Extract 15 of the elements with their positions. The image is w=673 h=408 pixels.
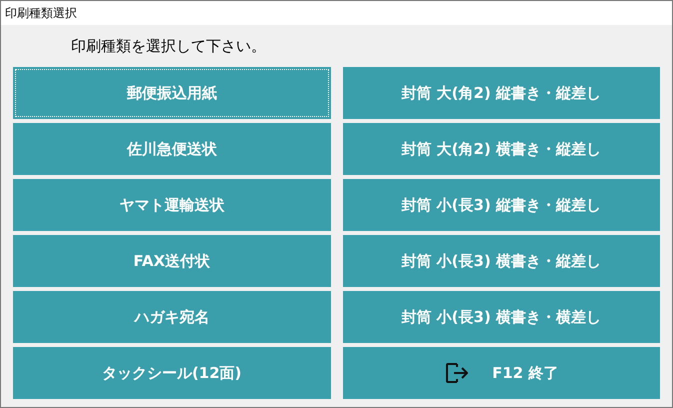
print-type-button[interactable]: 郵便振込用紙 (13, 67, 330, 119)
print-type-button[interactable]: ハガキ宛名 (13, 291, 330, 343)
prompt-text: 印刷種類を選択して下さい。 (71, 36, 266, 57)
print-type-button[interactable]: 封筒 小(長3) 横書き・横差し (342, 291, 660, 343)
print-type-button[interactable]: タックシール(12面) (13, 347, 330, 399)
print-type-button[interactable]: 封筒 小(長3) 横書き・縦差し (342, 235, 660, 287)
exit-button[interactable]: F12 終了 (342, 347, 660, 399)
print-type-button[interactable]: 佐川急便送状 (13, 123, 330, 175)
print-type-button[interactable]: 封筒 大(角2) 横書き・縦差し (342, 123, 660, 175)
print-type-button[interactable]: ヤマト運輸送状 (13, 179, 330, 231)
print-type-button[interactable]: FAX送付状 (13, 235, 330, 287)
print-type-button[interactable]: 封筒 大(角2) 縦書き・縦差し (342, 67, 660, 119)
print-type-button[interactable]: 封筒 小(長3) 縦書き・縦差し (342, 179, 660, 231)
window-title: 印刷種類選択 (5, 5, 77, 22)
exit-icon (444, 360, 470, 386)
